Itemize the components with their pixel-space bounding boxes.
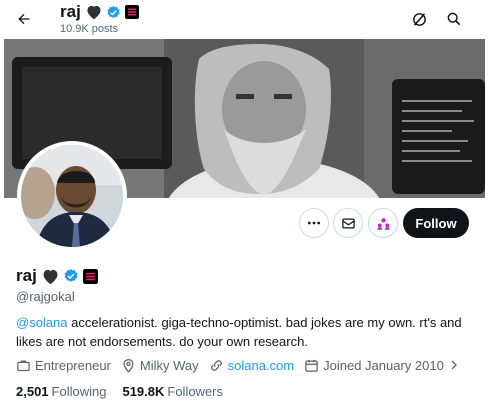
- follow-stats: 2,501 Following 519.8K Followers: [16, 382, 239, 400]
- profile-handle: @rajgokal: [16, 289, 75, 304]
- profile-bio: @solana accelerationist. giga-techno-opt…: [16, 313, 471, 351]
- profile-avatar[interactable]: [17, 141, 127, 251]
- subscribe-button[interactable]: [368, 208, 398, 238]
- followers-label: Followers: [167, 383, 224, 399]
- top-bar: raj 10.9K posts: [0, 0, 489, 38]
- briefcase-icon: [17, 360, 30, 371]
- grok-button[interactable]: [406, 6, 432, 32]
- follow-button[interactable]: Follow: [403, 208, 469, 238]
- mail-icon: [341, 218, 355, 228]
- location-item: Milky Way: [121, 358, 199, 373]
- header-title: raj: [60, 2, 81, 21]
- location-text: Milky Way: [139, 357, 199, 373]
- following-link[interactable]: 2,501 Following: [16, 384, 106, 399]
- search-icon: [447, 12, 461, 26]
- location-pin-icon: [123, 358, 134, 373]
- message-button[interactable]: [333, 208, 363, 238]
- grok-icon: [412, 12, 426, 26]
- more-icon: [308, 221, 320, 225]
- website-link[interactable]: solana.com: [228, 358, 294, 373]
- profile-name-row: raj: [16, 265, 98, 287]
- followers-link[interactable]: 519.8K Followers: [122, 384, 223, 399]
- black-heart-icon: [87, 5, 101, 20]
- chevron-right-icon: [451, 360, 457, 370]
- black-heart-icon: [43, 269, 58, 284]
- verified-badge-icon[interactable]: [63, 268, 79, 284]
- profile-meta: Entrepreneur Milky Way solana.com Joined…: [16, 356, 474, 374]
- website-item: solana.com: [209, 358, 294, 373]
- joined-text: Joined January 2010: [323, 357, 444, 373]
- verified-badge-icon: [107, 5, 120, 18]
- arrow-left-icon: [18, 13, 30, 25]
- avatar-image: [21, 145, 123, 247]
- link-icon: [210, 359, 222, 371]
- back-button[interactable]: [10, 5, 38, 33]
- bio-mention-link[interactable]: @solana: [16, 315, 68, 330]
- header-title-block: raj 10.9K posts: [60, 2, 139, 35]
- calendar-icon: [305, 359, 318, 372]
- more-button[interactable]: [299, 208, 329, 238]
- profession-item: Entrepreneur: [16, 358, 111, 373]
- affiliate-badge-icon[interactable]: [82, 268, 98, 284]
- search-button[interactable]: [441, 6, 467, 32]
- joined-item[interactable]: Joined January 2010: [304, 358, 464, 373]
- people-icon: [376, 217, 390, 230]
- following-count: 2,501: [16, 383, 49, 399]
- profile-name: raj: [16, 266, 37, 285]
- bio-text: accelerationist. giga-techno-optimist. b…: [16, 315, 462, 349]
- post-count: 10.9K posts: [60, 23, 119, 35]
- following-label: Following: [51, 383, 107, 399]
- profession-text: Entrepreneur: [35, 357, 111, 373]
- affiliate-badge-icon: [124, 5, 139, 19]
- followers-count: 519.8K: [122, 383, 165, 399]
